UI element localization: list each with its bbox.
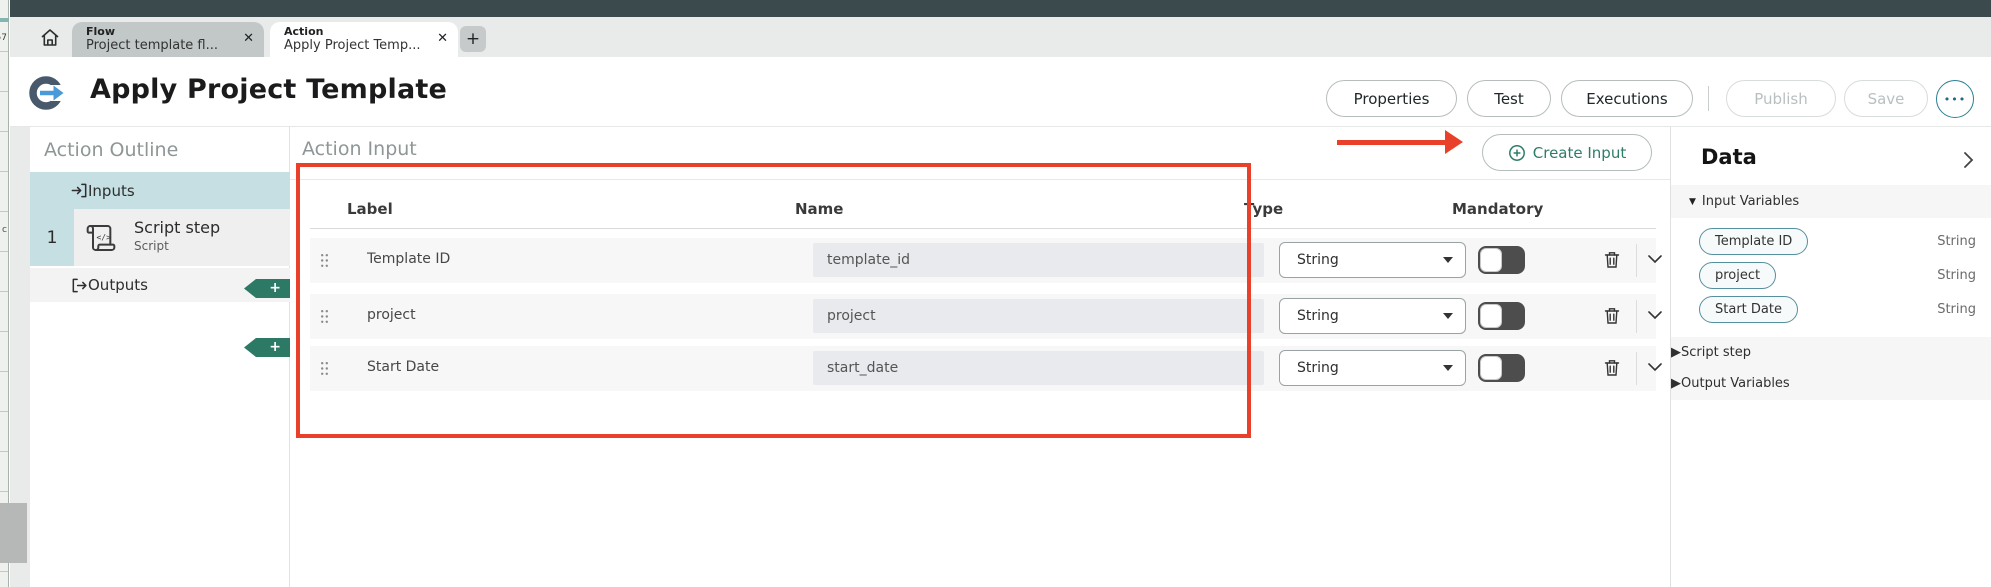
tab-strip: Flow Project template fl... ✕ Action App…	[10, 17, 1991, 57]
page-title: Apply Project Template	[90, 74, 448, 105]
type-select[interactable]: String	[1279, 242, 1466, 278]
trash-icon[interactable]	[1603, 306, 1621, 326]
tab-action-title: Apply Project Temp...	[284, 38, 421, 53]
variable-type: String	[1937, 234, 1976, 249]
screen: 57 c Flow Project template fl... ✕ Actio…	[0, 0, 1991, 587]
type-select-value: String	[1297, 308, 1339, 324]
annotation-rectangle	[296, 163, 1251, 438]
tab-flow-type: Flow	[86, 25, 116, 38]
caret-down-icon	[1443, 313, 1453, 319]
chevron-down-icon[interactable]	[1647, 309, 1663, 321]
variable-pill[interactable]: Template ID	[1699, 228, 1809, 255]
section-output-variables[interactable]: ▶ Output Variables	[1671, 368, 1991, 399]
step-number: 1	[30, 209, 74, 266]
mandatory-toggle[interactable]	[1478, 354, 1525, 382]
background-gray-block	[0, 503, 27, 563]
type-select[interactable]: String	[1279, 298, 1466, 334]
caret-expanded-icon: ▼	[1689, 196, 1696, 207]
outputs-icon	[72, 278, 87, 292]
outline-item-inputs[interactable]: Inputs	[30, 172, 290, 209]
step-subtitle: Script	[134, 239, 169, 253]
data-panel: Data ▼ Input Variables Template ID Strin…	[1670, 127, 1991, 587]
section-script-step[interactable]: ▶ Script step	[1671, 337, 1991, 368]
window-top-bar	[10, 0, 1991, 17]
caret-down-icon	[1443, 365, 1453, 371]
tab-flow[interactable]: Flow Project template fl... ✕	[72, 22, 264, 57]
executions-button[interactable]: Executions	[1561, 80, 1693, 117]
row-divider	[1636, 244, 1637, 277]
toggle-knob	[1480, 356, 1502, 380]
close-icon[interactable]: ✕	[243, 32, 254, 45]
trash-icon[interactable]	[1603, 358, 1621, 378]
section-label: Input Variables	[1701, 194, 1800, 209]
variable-pill[interactable]: Start Date	[1699, 296, 1798, 323]
step-title: Script step	[134, 218, 221, 237]
save-button[interactable]: Save	[1844, 80, 1928, 117]
collapse-panel-icon[interactable]	[1961, 150, 1975, 170]
variable-type: String	[1937, 268, 1976, 283]
mandatory-toggle[interactable]	[1478, 246, 1525, 274]
more-options-button[interactable]: •••	[1936, 80, 1974, 118]
background-cell-text: c	[2, 225, 7, 235]
tab-action[interactable]: Action Apply Project Temp... ✕	[270, 22, 458, 57]
action-logo-icon	[29, 76, 67, 110]
toggle-knob	[1480, 248, 1502, 272]
script-icon: </>	[86, 225, 116, 251]
mandatory-toggle[interactable]	[1478, 302, 1525, 330]
type-select-value: String	[1297, 252, 1339, 268]
type-select[interactable]: String	[1279, 350, 1466, 386]
inputs-icon	[71, 183, 87, 198]
collapsed-sections: ▶ Script step ▶ Output Variables	[1671, 337, 1991, 400]
annotation-arrow-head	[1445, 130, 1463, 154]
toggle-knob	[1480, 304, 1502, 328]
outline-item-script-step[interactable]: 1 </> Script step Script	[30, 209, 290, 266]
row-divider	[1636, 300, 1637, 333]
caret-collapsed-icon: ▶	[1671, 376, 1681, 391]
close-icon[interactable]: ✕	[437, 32, 448, 45]
section-label: Script step	[1681, 345, 1751, 360]
background-row-tick	[0, 18, 9, 22]
new-tab-button[interactable]: +	[460, 26, 486, 52]
background-row-number: 57	[0, 33, 7, 43]
type-select-value: String	[1297, 360, 1339, 376]
variable-pill[interactable]: project	[1699, 262, 1777, 289]
trash-icon[interactable]	[1603, 250, 1621, 270]
chevron-down-icon[interactable]	[1647, 253, 1663, 265]
action-input-title: Action Input	[302, 138, 417, 160]
create-input-label: Create Input	[1532, 143, 1627, 162]
row-divider	[1636, 352, 1637, 385]
section-label: Output Variables	[1681, 376, 1790, 391]
variable-type: String	[1937, 302, 1976, 317]
plus-circle-icon	[1508, 144, 1525, 161]
action-outline-panel: Action Outline Inputs 1 </> Script step …	[30, 127, 290, 587]
action-outline-title: Action Outline	[44, 138, 179, 161]
annotation-arrow	[1337, 140, 1447, 145]
add-step-button[interactable]: +	[244, 338, 290, 357]
publish-button[interactable]: Publish	[1726, 80, 1836, 117]
home-button[interactable]	[33, 22, 67, 54]
header-divider	[1708, 86, 1709, 111]
column-header-mandatory: Mandatory	[1452, 200, 1544, 218]
outline-item-label: Inputs	[88, 181, 135, 200]
svg-text:</>: </>	[96, 233, 111, 242]
properties-button[interactable]: Properties	[1326, 80, 1457, 117]
outline-item-label: Outputs	[88, 276, 148, 294]
tab-flow-title: Project template fl...	[86, 38, 219, 53]
home-icon	[41, 29, 59, 46]
section-input-variables[interactable]: ▼ Input Variables	[1671, 185, 1991, 218]
create-input-button[interactable]: Create Input	[1482, 134, 1652, 171]
caret-down-icon	[1443, 257, 1453, 263]
page-header: Apply Project Template Properties Test E…	[10, 57, 1991, 127]
data-panel-title: Data	[1701, 145, 1757, 169]
test-button[interactable]: Test	[1467, 80, 1551, 117]
background-window-sliver: 57 c	[0, 0, 9, 587]
chevron-down-icon[interactable]	[1647, 361, 1663, 373]
caret-collapsed-icon: ▶	[1671, 345, 1681, 360]
tab-action-type: Action	[284, 25, 324, 38]
